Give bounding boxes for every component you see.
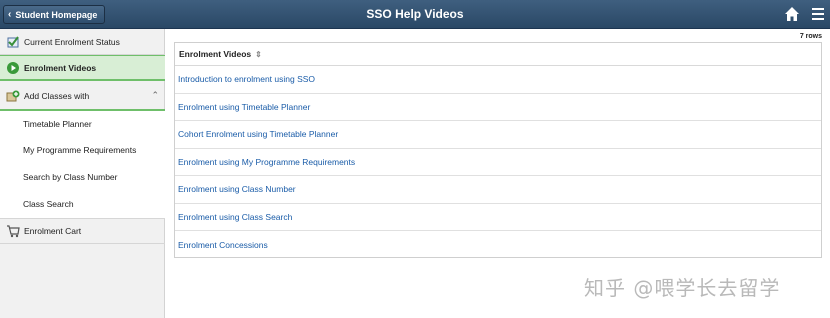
top-bar: SSO Help Videos ‹ Student Homepage <box>0 0 830 29</box>
chevron-left-icon: ‹ <box>8 8 12 20</box>
hamburger-menu-icon[interactable] <box>812 8 824 20</box>
back-to-student-homepage-button[interactable]: ‹ Student Homepage <box>3 5 106 24</box>
sidebar-item-enrolment-cart[interactable]: Enrolment Cart <box>0 219 165 244</box>
table-row: Enrolment using Class Search <box>175 204 821 231</box>
video-link[interactable]: Cohort Enrolment using Timetable Planner <box>178 129 338 139</box>
video-link[interactable]: Enrolment using Timetable Planner <box>178 102 310 112</box>
sidebar-subitem-class-search[interactable]: Class Search <box>0 191 165 217</box>
sidebar-subitem-search-by-class-number[interactable]: Search by Class Number <box>0 164 165 190</box>
sidebar-subitem-label: Class Search <box>23 199 74 209</box>
video-link[interactable]: Enrolment using Class Search <box>178 212 292 222</box>
video-link[interactable]: Enrolment using My Programme Requirement… <box>178 157 355 167</box>
enrolment-videos-grid: Enrolment Videos ⇕ Introduction to enrol… <box>174 42 822 258</box>
video-link[interactable]: Introduction to enrolment using SSO <box>178 74 315 84</box>
grid-header-label: Enrolment Videos <box>179 49 252 59</box>
sidebar-item-label: Add Classes with <box>24 90 90 101</box>
watermark-text: 知乎 @喂学长去留学 <box>584 276 781 300</box>
sidebar-item-label: Enrolment Videos <box>24 62 97 73</box>
sidebar-subitem-my-programme-requirements[interactable]: My Programme Requirements <box>0 137 165 163</box>
add-classes-submenu: Timetable Planner My Programme Requireme… <box>0 111 165 219</box>
sidebar-item-label: Enrolment Cart <box>24 226 82 236</box>
video-link[interactable]: Enrolment Concessions <box>178 240 268 250</box>
grid-column-header[interactable]: Enrolment Videos ⇕ <box>175 43 821 66</box>
sidebar-item-enrolment-videos[interactable]: Enrolment Videos <box>0 55 165 81</box>
table-row: Enrolment using Timetable Planner <box>175 94 821 121</box>
home-icon[interactable] <box>784 6 800 22</box>
sort-icon[interactable]: ⇕ <box>255 50 262 59</box>
play-circle-icon <box>6 61 20 75</box>
sidebar-item-label: Current Enrolment Status <box>24 36 120 47</box>
table-row: Cohort Enrolment using Timetable Planner <box>175 121 821 149</box>
sidebar-subitem-label: My Programme Requirements <box>23 145 137 155</box>
table-row: Enrolment using Class Number <box>175 176 821 204</box>
sidebar-subitem-label: Timetable Planner <box>23 119 92 129</box>
sidebar-subitem-label: Search by Class Number <box>23 172 118 182</box>
table-row: Enrolment using My Programme Requirement… <box>175 149 821 176</box>
checklist-icon <box>6 35 20 49</box>
sidebar-item-add-classes-with[interactable]: Add Classes with ⌃ <box>0 82 165 111</box>
chevron-up-icon[interactable]: ⌃ <box>151 90 159 101</box>
cart-icon <box>6 224 20 238</box>
add-classes-icon <box>6 89 20 103</box>
row-count-label: 7 rows <box>799 33 822 40</box>
sidebar-subitem-timetable-planner[interactable]: Timetable Planner <box>0 111 165 137</box>
sidebar: Current Enrolment Status Enrolment Video… <box>0 29 165 318</box>
table-row: Enrolment Concessions <box>175 231 821 259</box>
video-link[interactable]: Enrolment using Class Number <box>178 184 296 194</box>
table-row: Introduction to enrolment using SSO <box>175 66 821 94</box>
page-title: SSO Help Videos <box>366 7 464 21</box>
back-button-label: Student Homepage <box>15 9 98 20</box>
sidebar-item-current-enrolment-status[interactable]: Current Enrolment Status <box>0 29 165 55</box>
